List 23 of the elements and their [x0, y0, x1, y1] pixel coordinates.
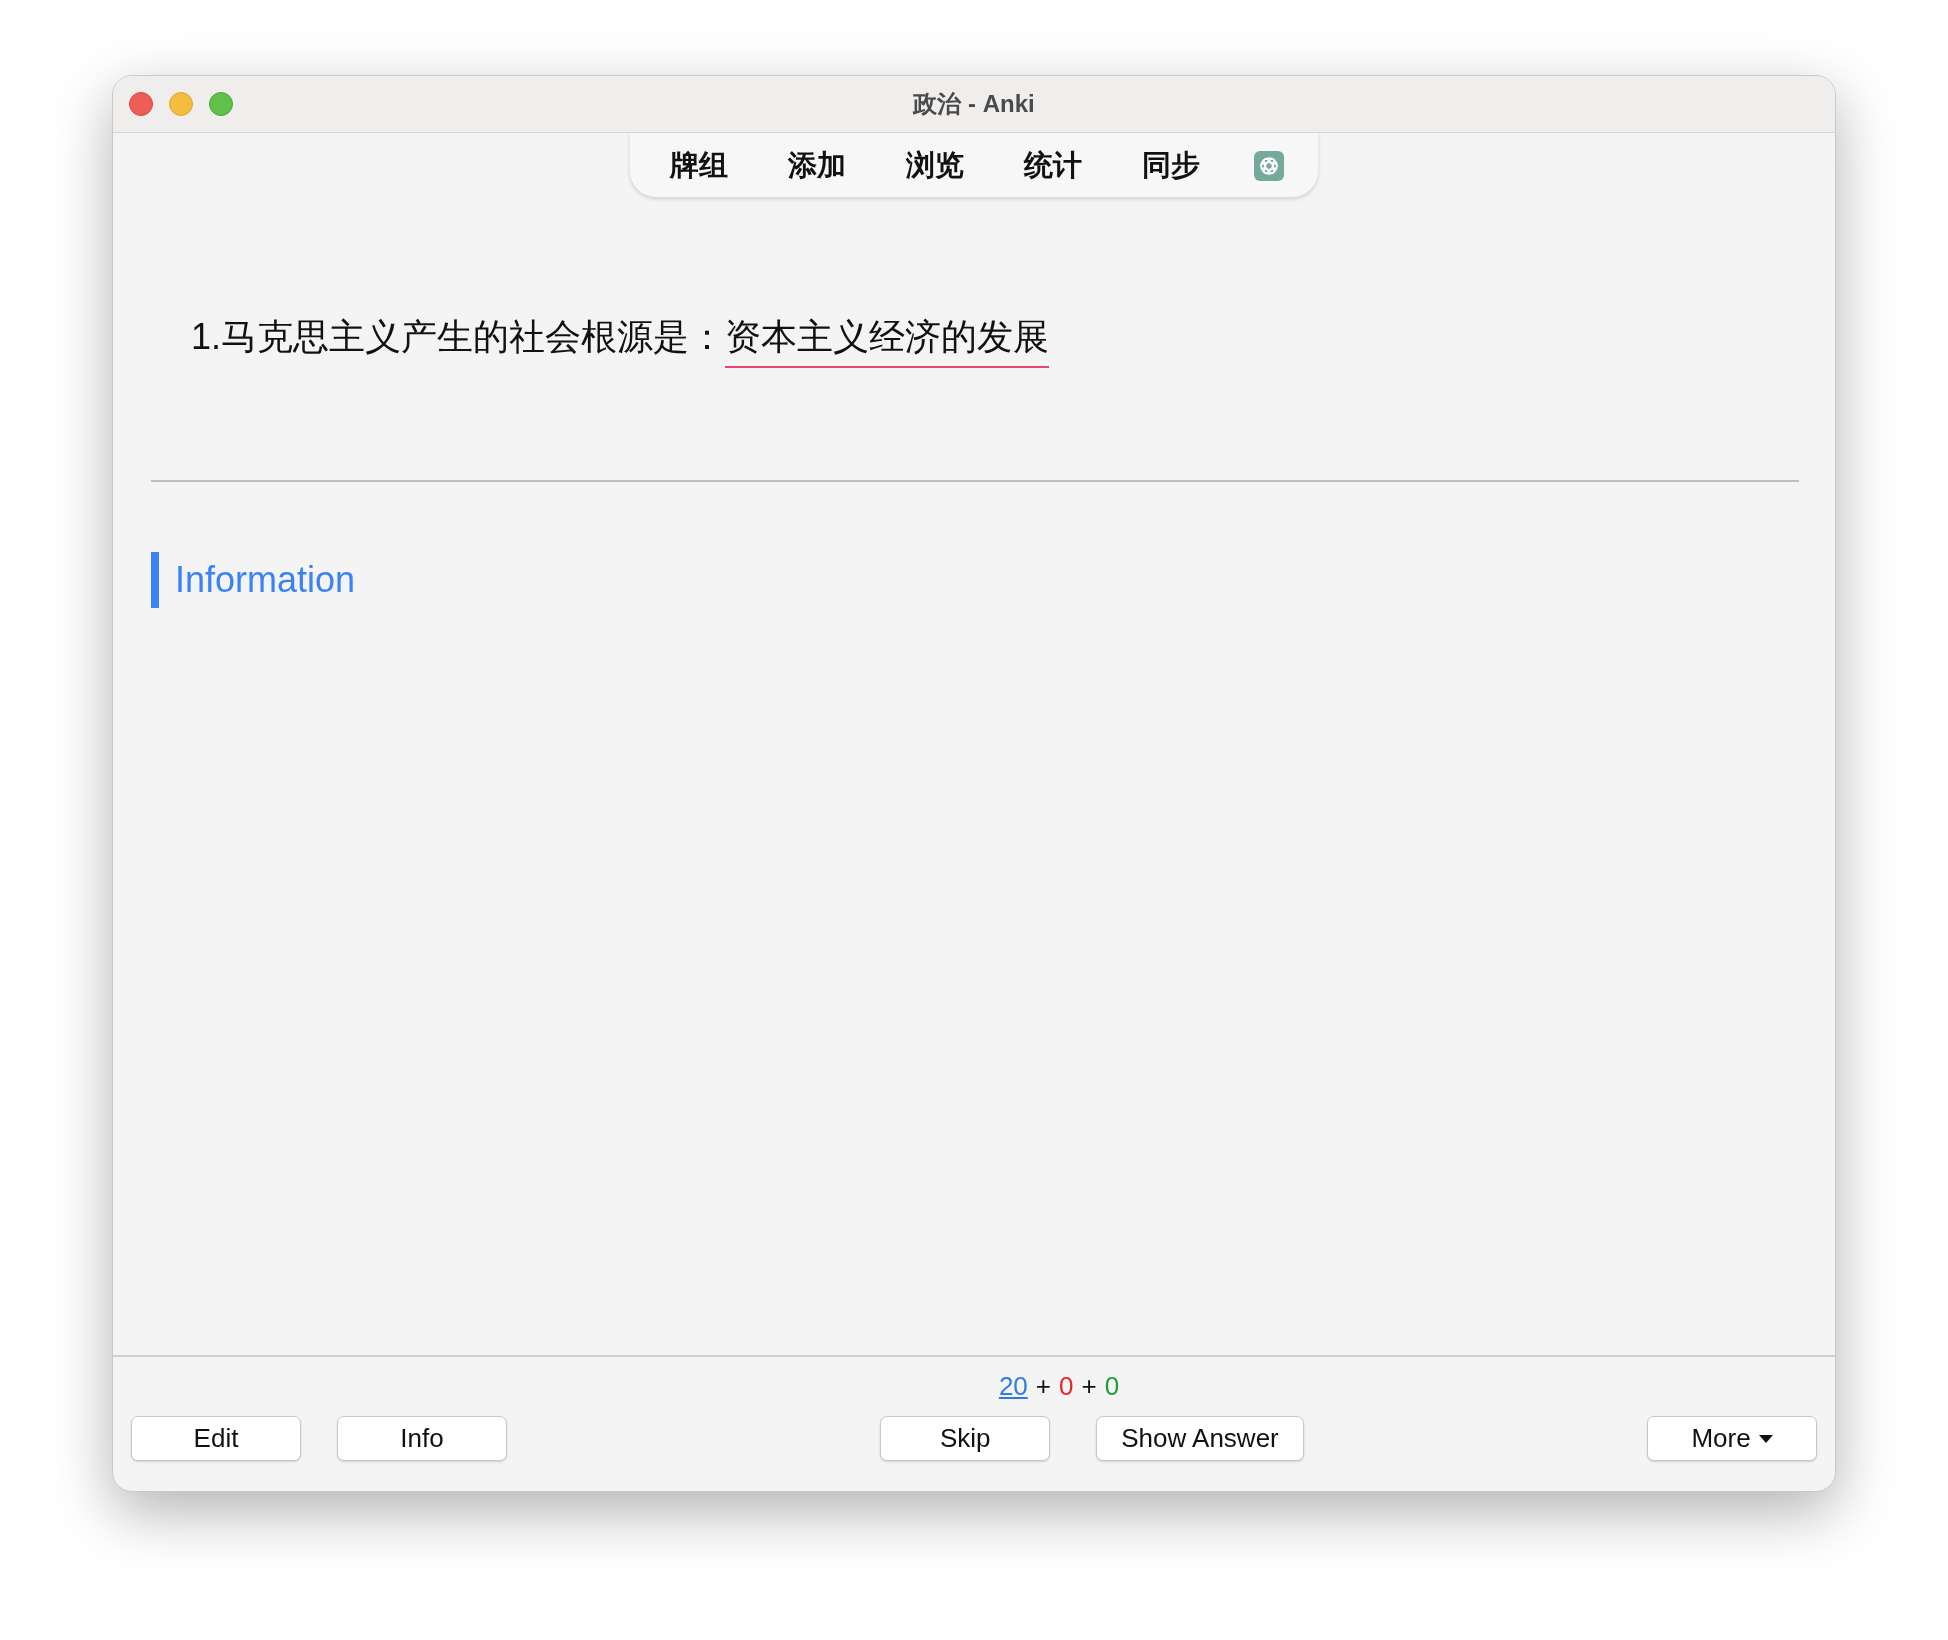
- window-title: 政治 - Anki: [913, 90, 1035, 117]
- more-button[interactable]: More: [1647, 1416, 1817, 1461]
- zoom-button[interactable]: [209, 92, 233, 116]
- swirl-icon[interactable]: [1254, 151, 1284, 181]
- card-count: 0: [1059, 1371, 1074, 1402]
- toolbar-link[interactable]: 统计: [994, 146, 1112, 186]
- new-count-link[interactable]: 20: [998, 1371, 1028, 1402]
- action-button[interactable]: Edit: [131, 1416, 301, 1461]
- toolbar-link[interactable]: 浏览: [876, 146, 994, 186]
- plus-sign: +: [1081, 1371, 1097, 1402]
- plus-sign: +: [1035, 1371, 1051, 1402]
- action-button[interactable]: Skip: [880, 1416, 1051, 1461]
- toolbar-link[interactable]: 同步: [1112, 146, 1230, 186]
- cloze-answer: 资本主义经济的发展: [725, 313, 1050, 368]
- minimize-button[interactable]: [169, 92, 193, 116]
- action-button[interactable]: Show Answer: [1096, 1416, 1304, 1461]
- close-button[interactable]: [129, 92, 153, 116]
- card-count: 0: [1104, 1371, 1120, 1402]
- action-button[interactable]: Info: [337, 1416, 507, 1461]
- question-text: 1.马克思主义产生的社会根源是：: [191, 315, 726, 359]
- toolbar-link[interactable]: 牌组: [640, 146, 758, 186]
- section-heading: Information: [151, 552, 356, 608]
- toolbar-link[interactable]: 添加: [758, 146, 876, 186]
